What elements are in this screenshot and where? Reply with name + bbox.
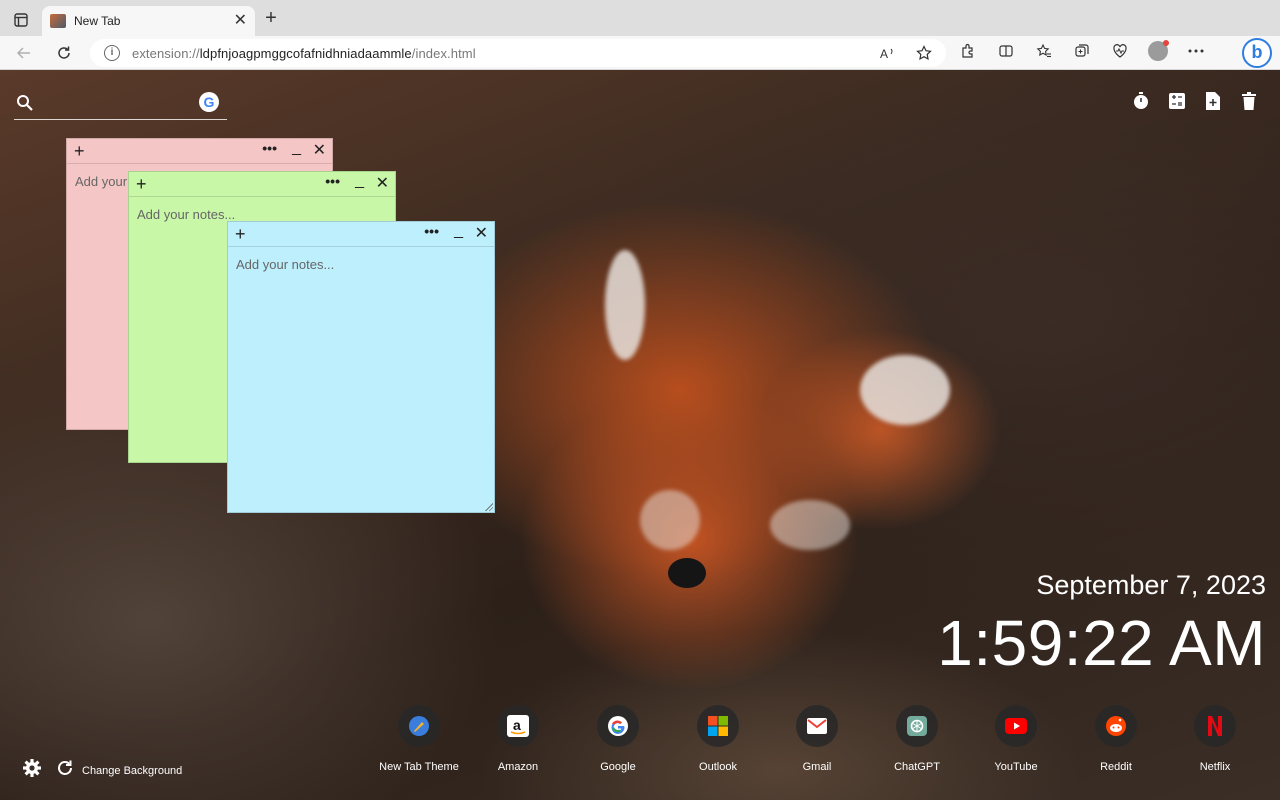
note-close-icon[interactable]: ✕: [376, 174, 389, 194]
new-tab-theme-icon: [398, 705, 440, 747]
shortcut-label: Reddit: [1100, 761, 1132, 773]
wallpaper-detail: [668, 558, 706, 588]
google-search-icon[interactable]: G: [199, 92, 219, 112]
trash-icon[interactable]: [1240, 92, 1258, 110]
collections-icon[interactable]: [1072, 41, 1092, 61]
shortcut-outlook[interactable]: Outlook: [668, 705, 768, 773]
svg-text:a: a: [513, 717, 521, 733]
tab-favicon-icon: [50, 14, 66, 28]
new-tab-page: G + ••• _ ✕ Add your + ••• _ ✕ Add your …: [0, 70, 1280, 800]
note-resize-handle[interactable]: [485, 503, 493, 511]
amazon-icon: a: [497, 705, 539, 747]
settings-gear-icon[interactable]: [22, 758, 42, 783]
gmail-icon: [796, 705, 838, 747]
note-more-icon[interactable]: •••: [424, 223, 439, 239]
browser-essentials-icon[interactable]: [1110, 41, 1130, 61]
more-options-icon[interactable]: [1186, 41, 1206, 61]
refresh-background-icon[interactable]: [56, 759, 74, 782]
shortcut-chatgpt[interactable]: ChatGPT: [867, 705, 967, 773]
back-icon[interactable]: [12, 42, 36, 64]
search-icon[interactable]: [16, 94, 34, 112]
note-more-icon[interactable]: •••: [262, 140, 277, 156]
shortcuts-bar: New Tab Theme a Amazon Google Outlook Gm…: [368, 705, 1258, 775]
clock-date: September 7, 2023: [1036, 570, 1266, 600]
favorite-star-icon[interactable]: [914, 43, 934, 63]
shortcut-youtube[interactable]: YouTube: [966, 705, 1066, 773]
clock-time: 1:59:22 AM: [937, 607, 1266, 679]
shortcut-amazon[interactable]: a Amazon: [468, 705, 568, 773]
reddit-icon: [1095, 705, 1137, 747]
calculator-icon[interactable]: [1168, 92, 1186, 110]
change-background-button[interactable]: Change Background: [82, 765, 182, 777]
site-info-icon[interactable]: i: [104, 45, 120, 61]
note-add-icon[interactable]: +: [235, 224, 246, 244]
read-aloud-icon[interactable]: A: [878, 43, 898, 63]
note-add-icon[interactable]: +: [74, 141, 85, 161]
shortcut-label: Outlook: [699, 761, 737, 773]
shortcut-label: Amazon: [497, 761, 539, 773]
netflix-icon: [1194, 705, 1236, 747]
youtube-icon: [995, 705, 1037, 747]
wallpaper-detail: [770, 500, 850, 550]
wallpaper-detail: [605, 250, 645, 360]
tab-title: New Tab: [74, 14, 121, 28]
url-text: extension://ldpfnjoagpmggcofafnidhniadaa…: [132, 45, 476, 61]
note-minimize-icon[interactable]: _: [454, 222, 463, 240]
wallpaper-detail: [860, 355, 950, 425]
tab-bar: New Tab ✕ +: [0, 0, 1280, 36]
shortcut-label: Gmail: [802, 761, 832, 773]
shortcut-label: New Tab Theme: [379, 761, 459, 773]
split-screen-icon[interactable]: [996, 41, 1016, 61]
outlook-icon: [697, 705, 739, 747]
tab-actions-icon[interactable]: [10, 9, 32, 31]
shortcut-label: YouTube: [994, 761, 1038, 773]
address-bar: i extension://ldpfnjoagpmggcofafnidhniad…: [0, 36, 1280, 70]
note-header[interactable]: + ••• _ ✕: [67, 139, 332, 164]
note-textarea[interactable]: Add your notes...: [228, 247, 494, 282]
wallpaper-detail: [640, 490, 700, 550]
bing-copilot-icon[interactable]: b: [1242, 38, 1272, 68]
shortcut-label: Google: [600, 761, 636, 773]
extensions-icon[interactable]: [958, 41, 978, 61]
note-add-icon[interactable]: +: [136, 174, 147, 194]
refresh-icon[interactable]: [52, 42, 76, 64]
note-header[interactable]: + ••• _ ✕: [228, 222, 494, 247]
timer-icon[interactable]: [1132, 92, 1150, 110]
new-note-icon[interactable]: [1204, 92, 1222, 110]
note-more-icon[interactable]: •••: [325, 173, 340, 189]
search-bar: G: [14, 90, 227, 120]
note-minimize-icon[interactable]: _: [355, 172, 364, 190]
new-tab-button[interactable]: +: [260, 8, 282, 30]
sticky-note-blue[interactable]: + ••• _ ✕ Add your notes...: [227, 221, 495, 513]
note-close-icon[interactable]: ✕: [313, 141, 326, 161]
svg-text:A: A: [880, 47, 888, 60]
url-field[interactable]: i extension://ldpfnjoagpmggcofafnidhniad…: [90, 39, 946, 67]
google-icon: [597, 705, 639, 747]
shortcut-netflix[interactable]: Netflix: [1165, 705, 1265, 773]
chatgpt-icon: [896, 705, 938, 747]
shortcut-label: ChatGPT: [894, 761, 940, 773]
favorites-icon[interactable]: [1034, 41, 1054, 61]
search-input[interactable]: [44, 92, 194, 116]
tab-close-icon[interactable]: ✕: [234, 13, 247, 29]
browser-tab[interactable]: New Tab ✕: [42, 6, 255, 36]
shortcut-label: Netflix: [1199, 761, 1231, 773]
shortcut-reddit[interactable]: Reddit: [1066, 705, 1166, 773]
shortcut-google[interactable]: Google: [568, 705, 668, 773]
note-header[interactable]: + ••• _ ✕: [129, 172, 395, 197]
profile-avatar[interactable]: [1148, 40, 1169, 61]
note-close-icon[interactable]: ✕: [475, 224, 488, 244]
shortcut-gmail[interactable]: Gmail: [767, 705, 867, 773]
note-minimize-icon[interactable]: _: [292, 139, 301, 157]
shortcut-new-tab-theme[interactable]: New Tab Theme: [369, 705, 469, 773]
